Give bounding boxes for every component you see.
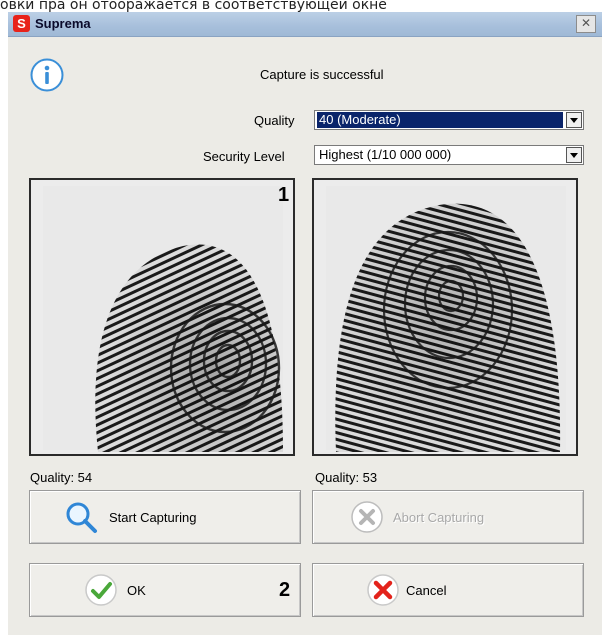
security-level-label: Security Level bbox=[203, 149, 285, 164]
fingerprint-panel-2 bbox=[312, 178, 578, 456]
title-bar: S Suprema ✕ bbox=[8, 12, 602, 37]
quality-dropdown-arrow-icon[interactable] bbox=[566, 112, 582, 128]
cancel-button[interactable]: Cancel bbox=[312, 563, 584, 617]
background-window-text: овки пра он отооражается в соответствующ… bbox=[0, 0, 387, 12]
fingerprint-image-1 bbox=[43, 186, 283, 452]
fingerprint-marker-1: 1 bbox=[278, 184, 290, 206]
fingerprint-1-quality: Quality: 54 bbox=[30, 470, 93, 485]
abort-capturing-button[interactable]: Abort Capturing bbox=[312, 490, 584, 544]
start-capturing-label: Start Capturing bbox=[109, 510, 197, 525]
security-level-value: Highest (1/10 000 000) bbox=[319, 147, 452, 162]
quality-select-value: 40 (Moderate) bbox=[317, 112, 563, 128]
fingerprint-image-2 bbox=[326, 186, 566, 452]
ok-label: OK bbox=[127, 583, 146, 598]
quality-select[interactable]: 40 (Moderate) bbox=[314, 110, 584, 130]
capture-dialog: Capture is successful Quality 40 (Modera… bbox=[8, 37, 602, 635]
magnifier-icon bbox=[66, 502, 97, 533]
start-capturing-button[interactable]: Start Capturing bbox=[29, 490, 301, 544]
cancel-label: Cancel bbox=[406, 583, 447, 598]
button-marker-2: 2 bbox=[279, 579, 291, 601]
quality-label: Quality bbox=[254, 113, 295, 128]
info-icon bbox=[30, 58, 64, 92]
fingerprint-2-quality: Quality: 53 bbox=[315, 470, 378, 485]
cancel-x-icon bbox=[367, 574, 399, 606]
checkmark-icon bbox=[85, 574, 117, 606]
fingerprint-panel-1: 1 bbox=[29, 178, 295, 456]
suprema-logo-icon: S bbox=[13, 15, 30, 32]
status-message: Capture is successful bbox=[260, 67, 384, 82]
security-level-select[interactable]: Highest (1/10 000 000) bbox=[314, 145, 584, 165]
abort-x-icon bbox=[351, 501, 383, 533]
close-button[interactable]: ✕ bbox=[576, 15, 596, 33]
abort-capturing-label: Abort Capturing bbox=[393, 510, 485, 525]
window-title: Suprema bbox=[35, 16, 91, 31]
security-dropdown-arrow-icon[interactable] bbox=[566, 147, 582, 163]
ok-button[interactable]: OK 2 bbox=[29, 563, 301, 617]
